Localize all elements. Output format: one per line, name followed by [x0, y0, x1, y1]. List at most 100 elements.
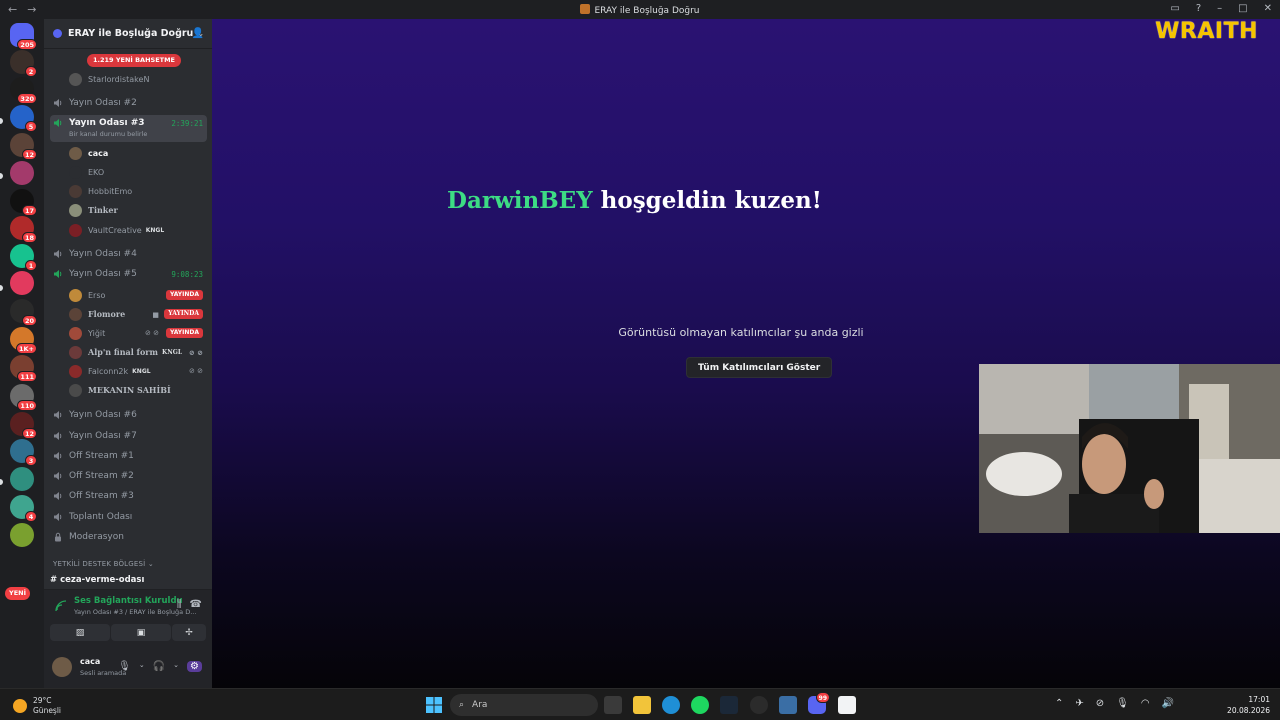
- chevron-down-icon[interactable]: ⌄: [139, 661, 145, 672]
- server-icon[interactable]: 12: [10, 412, 37, 439]
- notepad-icon[interactable]: [779, 696, 797, 714]
- server-icon[interactable]: [10, 467, 34, 491]
- camera-off-icon: ▨: [75, 627, 85, 638]
- voice-channel-moderasyon[interactable]: Moderasyon: [50, 528, 207, 546]
- wraith-logo: WRAITH: [1155, 19, 1258, 44]
- voice-channel-off-2[interactable]: Off Stream #2: [50, 467, 207, 485]
- disconnect-icon[interactable]: ☎: [190, 599, 202, 610]
- unread-pill: [0, 285, 3, 291]
- signal-icon[interactable]: [55, 600, 67, 612]
- help-icon[interactable]: ?: [1196, 3, 1201, 14]
- tray-app-icon[interactable]: ✈: [1075, 698, 1083, 709]
- gear-icon[interactable]: ⚙: [187, 661, 202, 672]
- voice-user[interactable]: caca: [69, 144, 207, 162]
- channel-status[interactable]: Bir kanal durumu belirle: [69, 130, 147, 138]
- voice-user[interactable]: VaultCreative KNGL: [69, 221, 207, 239]
- voice-channel-yayin-4[interactable]: Yayın Odası #4: [50, 245, 207, 263]
- voice-channel-toplanti[interactable]: Toplantı Odası: [50, 508, 207, 526]
- taskbar: 29°C Güneşli ⌕ Ara 99 ⌃ ✈ ⊘ 🎙 ◠ 🔊 17:01 20.…: [0, 688, 1280, 720]
- search-icon: ⌕: [459, 700, 465, 710]
- voice-user[interactable]: EKO: [69, 163, 207, 181]
- maximize-icon[interactable]: □: [1238, 3, 1247, 14]
- avatar: [69, 72, 82, 86]
- voice-channel-yayin-6[interactable]: Yayın Odası #6: [50, 406, 207, 424]
- server-icon[interactable]: [10, 161, 34, 185]
- app-icon[interactable]: [750, 696, 768, 714]
- server-icon[interactable]: 20: [10, 299, 37, 326]
- text-channel[interactable]: # ceza-verme-odası: [50, 575, 144, 585]
- voice-user[interactable]: StarlordistakeN: [69, 70, 207, 88]
- voice-user[interactable]: MEKANIN SAHİBİ: [69, 381, 207, 399]
- network-icon[interactable]: ⊘: [1096, 698, 1104, 709]
- live-badge: YAYINDA: [165, 328, 203, 338]
- voice-channel-yayin-5[interactable]: Yayın Odası #5 9:08:23: [50, 265, 207, 283]
- username: caca: [80, 657, 101, 666]
- voice-user[interactable]: Falconn2k KNGL ⊘ ⊘: [69, 362, 207, 380]
- chevron-up-icon[interactable]: ⌃: [1055, 698, 1063, 709]
- edge-icon[interactable]: [662, 696, 680, 714]
- server-icon[interactable]: 111: [10, 355, 37, 382]
- server-icon[interactable]: 320: [10, 77, 37, 104]
- welcome-message: DarwinBEY hoşgeldin kuzen!: [447, 187, 822, 214]
- camera-button[interactable]: ▨: [50, 624, 110, 641]
- wifi-icon[interactable]: ◠: [1141, 698, 1150, 709]
- category-header[interactable]: YETKİLİ DESTEK BÖLGESİ ⌄: [53, 560, 154, 568]
- clock[interactable]: 17:01 20.08.2026: [1227, 694, 1270, 716]
- voice-user[interactable]: Flomore ■ YAYINDA: [69, 305, 207, 323]
- webcam-overlay: [979, 364, 1280, 533]
- show-all-participants-button[interactable]: Tüm Katılımcıları Göster: [686, 357, 833, 378]
- voice-channel-yayin-3[interactable]: Yayın Odası #3 2:39:21 Bir kanal durumu be…: [50, 115, 207, 142]
- file-explorer-icon[interactable]: [633, 696, 651, 714]
- server-icon[interactable]: 5: [10, 105, 37, 132]
- voice-channel-off-3[interactable]: Off Stream #3: [50, 487, 207, 505]
- taskbar-search[interactable]: ⌕ Ara: [450, 694, 598, 716]
- close-icon[interactable]: ✕: [1264, 3, 1272, 14]
- voice-user[interactable]: Tinker: [69, 201, 207, 219]
- microphone-icon[interactable]: 🎙: [1116, 698, 1129, 709]
- home-icon[interactable]: 205: [10, 23, 37, 50]
- server-icon[interactable]: 12: [10, 133, 37, 160]
- capcut-icon[interactable]: [838, 696, 856, 714]
- server-icon[interactable]: 110: [10, 384, 37, 411]
- headphones-icon[interactable]: 🎧: [153, 661, 165, 672]
- server-icon[interactable]: [10, 523, 34, 547]
- activities-button[interactable]: ✢: [172, 624, 206, 641]
- microphone-icon[interactable]: 🎙: [118, 661, 131, 672]
- voice-channel-yayin-2[interactable]: Yayın Odası #2: [50, 94, 207, 112]
- screen-share-button[interactable]: ▣: [111, 624, 171, 641]
- server-icon[interactable]: 17: [10, 189, 37, 216]
- voice-status[interactable]: Ses Bağlantısı Kuruldu: [74, 596, 183, 606]
- chevron-down-icon[interactable]: ⌄: [173, 661, 179, 672]
- spotify-icon[interactable]: [691, 696, 709, 714]
- voice-user[interactable]: Yiğit ⊘ ⊘ YAYINDA: [69, 324, 207, 342]
- server-icon[interactable]: 1K+: [10, 327, 37, 354]
- voice-channel-off-1[interactable]: Off Stream #1: [50, 447, 207, 465]
- server-icon[interactable]: 18: [10, 216, 37, 243]
- server-header[interactable]: ERAY ile Boşluğa Doğru ⌄ 👤: [44, 19, 212, 49]
- weather-widget[interactable]: 29°C Güneşli: [13, 696, 61, 716]
- server-icon[interactable]: 2: [10, 50, 37, 77]
- minimize-icon[interactable]: –: [1217, 3, 1222, 14]
- windows-start-icon[interactable]: [425, 696, 443, 714]
- voice-user[interactable]: Alp'n final form KNGL ⊘ ⊘: [69, 343, 207, 361]
- discord-icon[interactable]: 99: [808, 692, 830, 714]
- speaker-icon: [54, 492, 62, 500]
- voice-user[interactable]: Erso YAYINDA: [69, 286, 207, 304]
- speaker-icon: [54, 452, 62, 460]
- steam-icon[interactable]: [720, 696, 738, 714]
- server-icon[interactable]: 1: [10, 244, 37, 271]
- new-badge[interactable]: YENİ: [5, 587, 31, 600]
- inbox-icon[interactable]: ▭: [1170, 3, 1179, 14]
- server-icon[interactable]: [10, 271, 34, 295]
- task-view-icon[interactable]: [604, 696, 622, 714]
- voice-user[interactable]: HobbitEmo: [69, 182, 207, 200]
- avatar[interactable]: [52, 657, 72, 677]
- server-icon[interactable]: 4: [10, 495, 37, 522]
- user-controls: 🎙 ⌄ 🎧 ⌄ ⚙: [118, 661, 202, 672]
- mention-badge[interactable]: 1.219 YENİ BAHSETME: [87, 54, 181, 67]
- invite-icon[interactable]: 👤: [192, 28, 204, 39]
- volume-icon[interactable]: 🔊: [1162, 698, 1174, 709]
- noise-suppression-icon[interactable]: ⫼: [177, 599, 182, 610]
- voice-channel-yayin-7[interactable]: Yayın Odası #7: [50, 427, 207, 445]
- server-icon[interactable]: 3: [10, 439, 37, 466]
